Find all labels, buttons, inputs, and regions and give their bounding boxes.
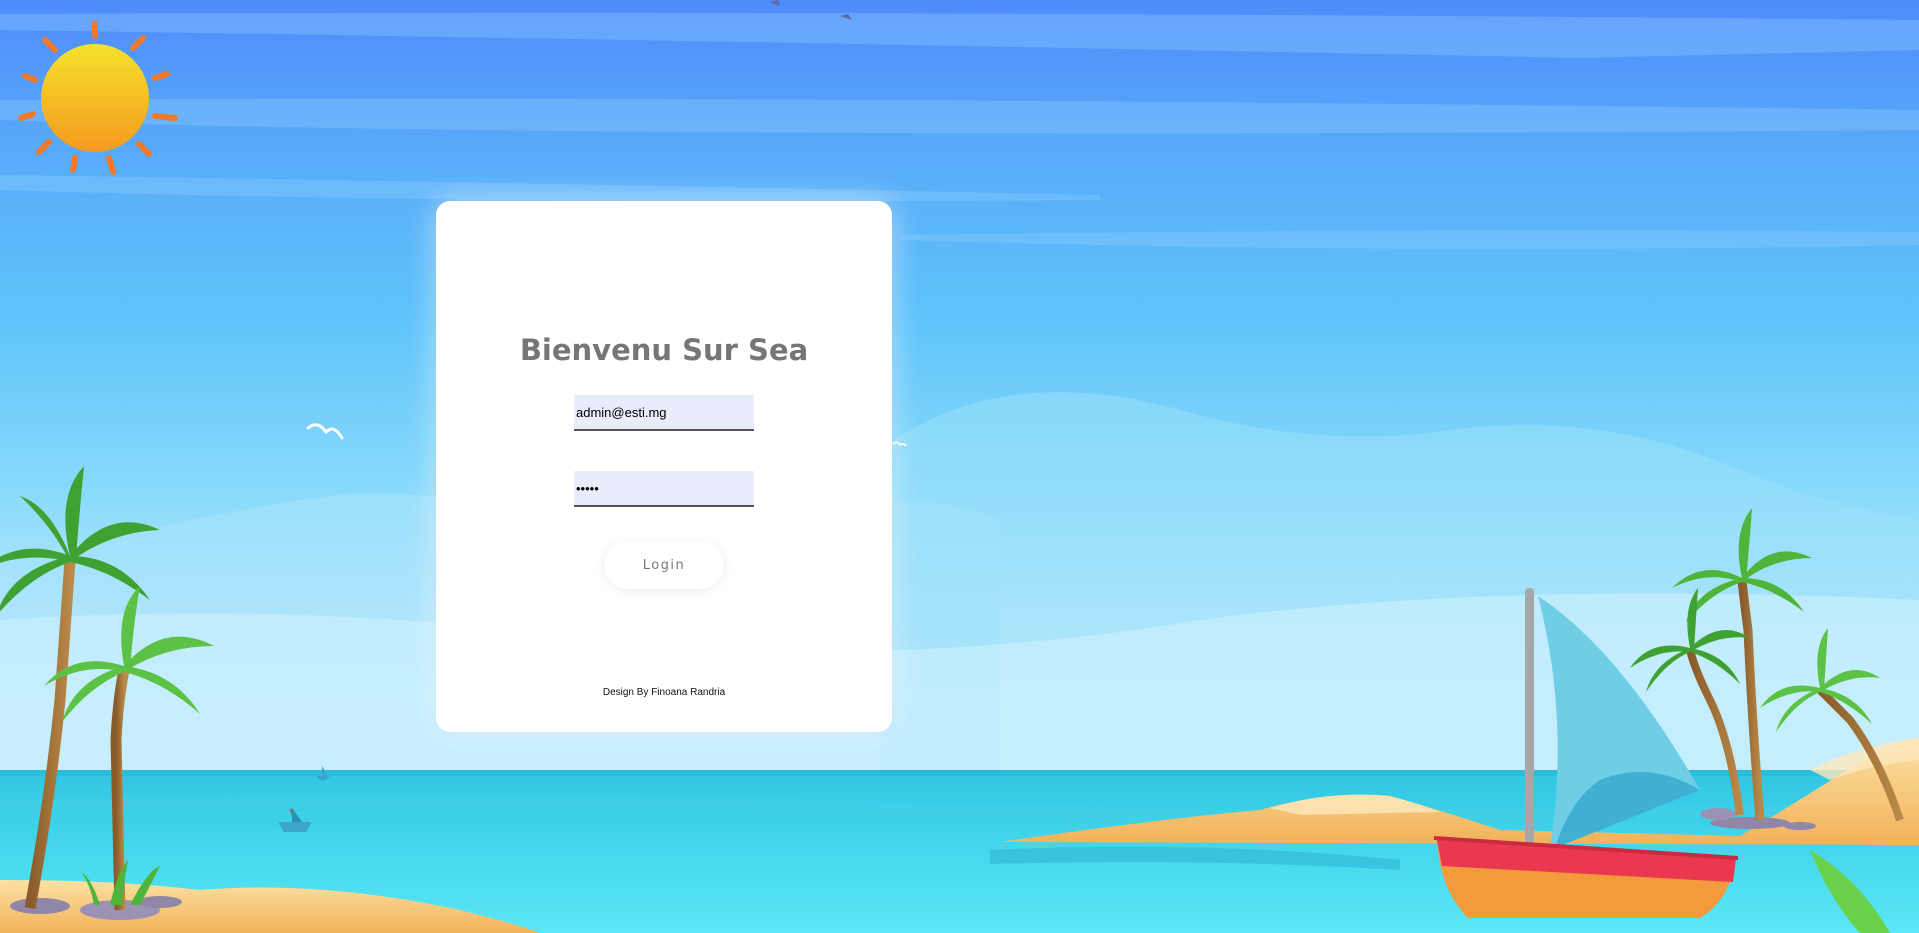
seagull-icon [306,423,344,440]
beach-scene-illustration [0,0,1919,933]
login-button[interactable]: Login [604,541,724,589]
sky-streaks [0,12,1919,249]
email-input[interactable] [574,395,754,431]
design-credit: Design By Finoana Randria [602,687,726,698]
sun-icon [18,21,178,175]
login-card: Bienvenu Sur Sea Login Design By Finoana… [436,201,892,732]
login-title: Bienvenu Sur Sea [519,333,809,367]
password-input[interactable] [574,471,754,507]
beach-background: Bienvenu Sur Sea Login Design By Finoana… [0,0,1919,933]
